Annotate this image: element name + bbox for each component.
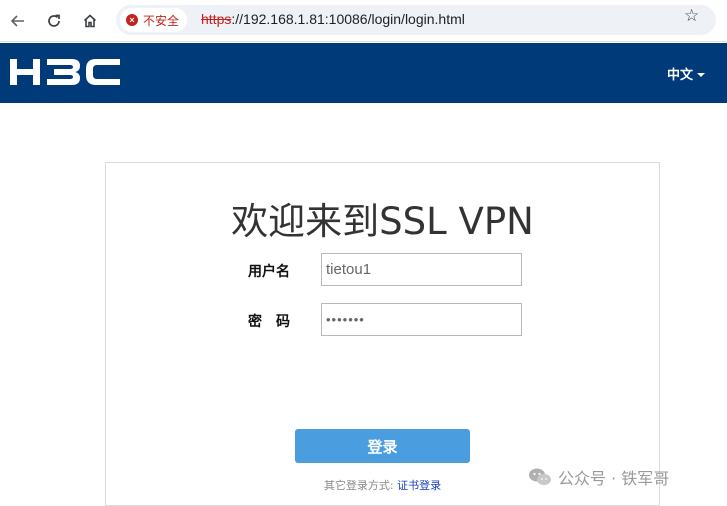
wechat-icon xyxy=(529,468,551,485)
watermark-text: 公众号 · 铁军哥 xyxy=(558,469,670,488)
reload-icon[interactable] xyxy=(41,8,67,34)
browser-toolbar: × 不安全 https://192.168.1.81:10086/login/l… xyxy=(0,0,727,42)
password-input[interactable] xyxy=(321,303,522,336)
watermark: 公众号 · 铁军哥 xyxy=(528,465,669,489)
language-selector[interactable]: 中文 xyxy=(667,64,705,83)
username-input[interactable] xyxy=(321,253,522,286)
username-label: 用户名 xyxy=(248,264,290,280)
chevron-down-icon xyxy=(697,72,705,77)
url-scheme: https xyxy=(201,11,232,27)
language-label: 中文 xyxy=(666,68,693,83)
site-header: 中文 xyxy=(0,43,727,103)
back-icon[interactable] xyxy=(5,8,31,34)
welcome-title: 欢迎来到SSL VPN xyxy=(231,200,534,243)
home-icon[interactable] xyxy=(77,8,103,34)
address-bar[interactable]: × 不安全 https://192.168.1.81:10086/login/l… xyxy=(116,5,716,35)
warning-icon: × xyxy=(126,14,138,26)
login-button[interactable]: 登录 xyxy=(295,429,470,463)
h3c-logo xyxy=(10,59,120,85)
security-indicator[interactable]: × 不安全 xyxy=(120,8,188,32)
password-label: 密 码 xyxy=(248,314,290,330)
url-path: ://192.168.1.81:10086/login/login.html xyxy=(231,11,465,27)
certificate-login-link[interactable]: 证书登录 xyxy=(397,479,441,492)
security-label: 不安全 xyxy=(143,13,180,28)
url-text[interactable]: https://192.168.1.81:10086/login/login.h… xyxy=(201,11,465,27)
alt-login-prefix: 其它登录方式: xyxy=(323,479,394,492)
bookmark-star-icon[interactable]: ☆ xyxy=(684,7,699,24)
login-panel: 欢迎来到SSL VPN 用户名 密 码 登录 其它登录方式: 证书登录 xyxy=(105,162,660,506)
